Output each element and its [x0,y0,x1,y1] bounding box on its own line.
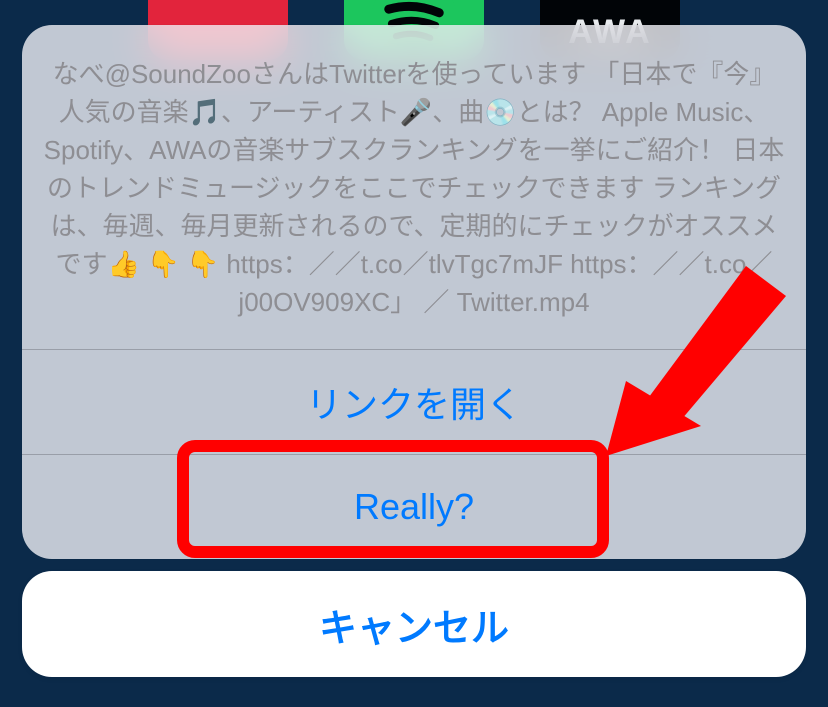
open-link-label: リンクを開く [306,376,522,428]
cancel-button[interactable]: キャンセル [22,571,806,677]
action-sheet-message: なべ@SoundZooさんはTwitterを使っています 「日本で『今』人気の音… [22,25,806,349]
action-sheet: なべ@SoundZooさんはTwitterを使っています 「日本で『今』人気の音… [22,25,806,559]
open-link-option[interactable]: リンクを開く [22,350,806,454]
really-option[interactable]: Really? [22,455,806,559]
cancel-label: キャンセル [319,597,509,652]
really-label: Really? [354,486,474,528]
